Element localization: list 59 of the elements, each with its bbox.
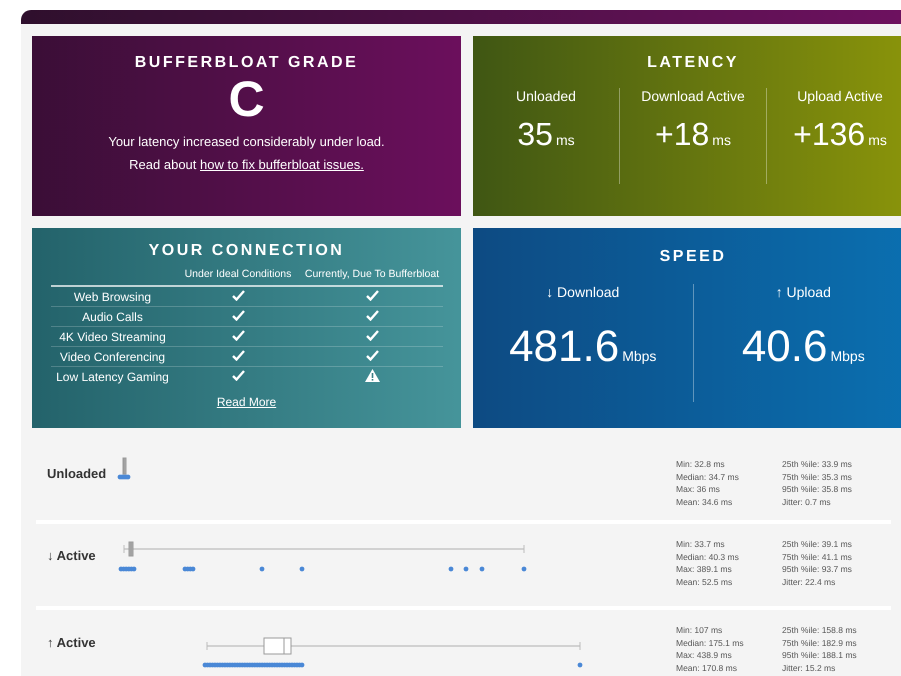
latency-label: Download Active	[641, 88, 745, 104]
stat-text: 75th %ile: 35.3 ms	[782, 470, 853, 483]
fix-link[interactable]: how to fix bufferbloat issues.	[200, 157, 364, 172]
grade-message: Your latency increased considerably under load.	[108, 134, 385, 149]
use-case-label: Low Latency Gaming	[56, 370, 169, 384]
latency-value: +18	[655, 116, 710, 153]
stat-text: Mean: 34.6 ms	[676, 496, 734, 508]
stat-text: 25th %ile: 33.9 ms	[782, 458, 853, 470]
speed-label: ↑ Upload	[776, 284, 831, 300]
use-case-label: 4K Video Streaming	[59, 330, 166, 344]
stat-text: Jitter: 0.7 ms	[782, 496, 832, 508]
card-title: YOUR CONNECTION	[148, 242, 344, 260]
card-title: SPEED	[660, 248, 726, 266]
stat-text: Min: 32.8 ms	[676, 458, 726, 470]
fix-text: Read about how to fix bufferbloat issues.	[129, 157, 364, 172]
column-header: Currently, Due To Bufferbloat	[304, 268, 440, 280]
stat-text: Jitter: 15.2 ms	[782, 662, 836, 674]
stat-text: 95th %ile: 35.8 ms	[782, 483, 853, 496]
unit-label: ms	[868, 132, 887, 148]
stat-text: Max: 438.9 ms	[676, 649, 733, 662]
latency-value: 35	[517, 116, 553, 153]
card-title: LATENCY	[647, 54, 739, 72]
column-header: Under Ideal Conditions	[184, 268, 292, 280]
stat-text: Min: 33.7 ms	[676, 538, 726, 550]
stat-text: Median: 175.1 ms	[676, 636, 745, 649]
stat-text: 75th %ile: 182.9 ms	[782, 636, 858, 649]
stat-text: Max: 389.1 ms	[676, 563, 733, 576]
read-more-link[interactable]: Read More	[216, 395, 276, 409]
latency-label: Upload Active	[797, 88, 883, 104]
use-case-label: Audio Calls	[82, 310, 143, 324]
distribution-label: Unloaded	[47, 466, 108, 481]
stat-text: 95th %ile: 188.1 ms	[782, 649, 858, 662]
stat-text: Median: 40.3 ms	[676, 550, 740, 563]
stat-text: Max: 36 ms	[676, 483, 721, 496]
stat-text: 75th %ile: 41.1 ms	[782, 550, 853, 563]
stat-text: Jitter: 22.4 ms	[782, 576, 836, 588]
unit-label: ms	[556, 132, 575, 148]
grade-letter: C	[228, 72, 265, 126]
distribution-label: ↓ Active	[47, 548, 97, 563]
latency-label: Unloaded	[516, 88, 576, 104]
unit-label: Mbps	[830, 348, 865, 364]
stat-text: Mean: 170.8 ms	[676, 662, 738, 674]
speed-value: 40.6	[742, 322, 828, 372]
distribution-label: ↑ Active	[47, 635, 97, 650]
use-case-label: Video Conferencing	[60, 350, 166, 364]
stat-text: 25th %ile: 39.1 ms	[782, 538, 853, 550]
speed-label: ↓ Download	[546, 284, 620, 300]
use-case-label: Web Browsing	[74, 290, 152, 304]
box-plot-drawing	[117, 457, 131, 480]
speed-value: 481.6	[509, 322, 620, 372]
stat-text: Min: 107 ms	[676, 624, 724, 636]
stat-text: Median: 34.7 ms	[676, 470, 740, 483]
card-title: BUFFERBLOAT GRADE	[134, 54, 358, 72]
unit-label: Mbps	[622, 348, 656, 364]
latency-value: +136	[793, 116, 866, 153]
stat-text: 25th %ile: 158.8 ms	[782, 624, 858, 636]
unit-label: ms	[712, 132, 731, 148]
stat-text: 95th %ile: 93.7 ms	[782, 563, 853, 576]
stat-text: Mean: 52.5 ms	[676, 576, 734, 588]
